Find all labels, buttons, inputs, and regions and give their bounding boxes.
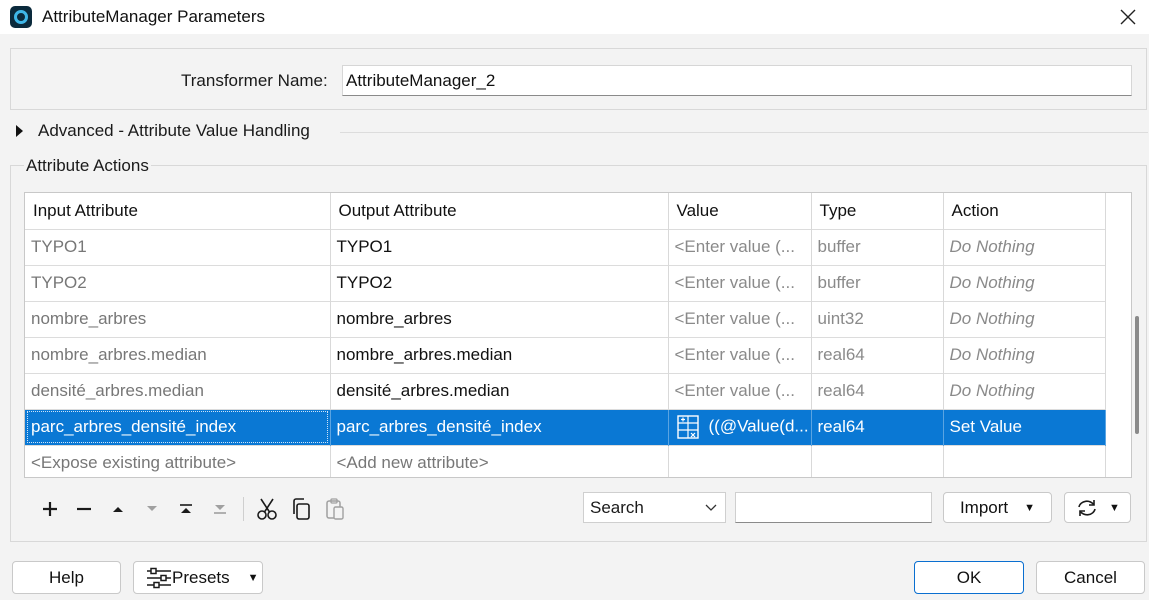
presets-button[interactable]: Presets ▼ <box>133 561 263 594</box>
table-scrollbar[interactable] <box>1135 316 1139 434</box>
transformer-name-panel: Transformer Name: <box>10 48 1147 110</box>
move-down-icon[interactable] <box>135 495 169 523</box>
sliders-icon <box>147 567 171 588</box>
value-expression-text: ((@Value(d... <box>708 416 809 436</box>
search-input[interactable] <box>735 492 932 523</box>
action-cell[interactable]: Do Nothing <box>943 372 1106 409</box>
import-button[interactable]: Import ▼ <box>943 492 1052 523</box>
value-cell[interactable]: <Enter value (... <box>668 264 812 301</box>
input-attribute-cell[interactable]: parc_arbres_densité_index <box>25 408 331 445</box>
column-header-output[interactable]: Output Attribute <box>330 193 669 229</box>
column-header-type[interactable]: Type <box>811 193 944 229</box>
close-icon[interactable] <box>1115 4 1141 30</box>
table-row[interactable]: nombre_arbres.median nombre_arbres.media… <box>25 336 1106 373</box>
output-attribute-cell[interactable]: TYPO2 <box>330 264 669 301</box>
table-row[interactable]: nombre_arbres nombre_arbres <Enter value… <box>25 300 1106 337</box>
refresh-menu-button[interactable]: ▼ <box>1064 492 1131 523</box>
cut-icon[interactable] <box>250 495 284 523</box>
value-cell[interactable]: ((@Value(d... <box>668 408 812 445</box>
type-cell[interactable]: real64 <box>811 372 944 409</box>
output-attribute-cell[interactable]: nombre_arbres <box>330 300 669 337</box>
type-cell[interactable]: real64 <box>811 336 944 373</box>
input-attribute-cell[interactable]: nombre_arbres.median <box>25 336 331 373</box>
input-attribute-cell[interactable]: TYPO1 <box>25 228 331 265</box>
fme-logo-icon <box>10 6 32 28</box>
input-attribute-cell[interactable]: nombre_arbres <box>25 300 331 337</box>
add-new-attribute-cell[interactable]: <Add new attribute> <box>330 444 669 477</box>
column-header-value[interactable]: Value <box>668 193 812 229</box>
output-attribute-cell[interactable]: TYPO1 <box>330 228 669 265</box>
output-attribute-cell[interactable]: nombre_arbres.median <box>330 336 669 373</box>
title-bar: AttributeManager Parameters <box>0 0 1149 34</box>
move-bottom-icon[interactable] <box>203 495 237 523</box>
value-cell[interactable]: <Enter value (... <box>668 372 812 409</box>
expose-existing-attribute-cell[interactable]: <Expose existing attribute> <box>25 444 331 477</box>
paste-icon[interactable] <box>318 495 352 523</box>
input-attribute-cell[interactable]: densité_arbres.median <box>25 372 331 409</box>
action-cell[interactable]: Set Value <box>943 408 1106 445</box>
output-attribute-cell[interactable]: densité_arbres.median <box>330 372 669 409</box>
advanced-section-toggle[interactable]: Advanced - Attribute Value Handling <box>16 121 310 141</box>
action-cell[interactable]: Do Nothing <box>943 264 1106 301</box>
caret-down-icon: ▼ <box>1109 501 1120 514</box>
value-cell[interactable]: <Enter value (... <box>668 228 812 265</box>
action-cell[interactable]: Do Nothing <box>943 336 1106 373</box>
copy-icon[interactable] <box>284 495 318 523</box>
presets-label: Presets <box>172 567 230 587</box>
divider <box>340 132 1148 133</box>
action-cell[interactable]: Do Nothing <box>943 228 1106 265</box>
move-up-icon[interactable] <box>101 495 135 523</box>
expression-editor-icon[interactable] <box>676 415 699 439</box>
advanced-label: Advanced - Attribute Value Handling <box>38 121 310 140</box>
type-cell[interactable]: uint32 <box>811 300 944 337</box>
transformer-name-input[interactable] <box>342 65 1132 96</box>
toolbar-separator <box>243 497 244 521</box>
table-row[interactable]: TYPO2 TYPO2 <Enter value (... buffer Do … <box>25 264 1106 301</box>
search-field-select[interactable]: Search <box>583 492 726 523</box>
search-select-value: Search <box>590 497 644 517</box>
refresh-icon <box>1078 499 1096 516</box>
column-header-action[interactable]: Action <box>943 193 1106 229</box>
output-attribute-cell[interactable]: parc_arbres_densité_index <box>330 408 669 445</box>
input-attribute-cell[interactable]: TYPO2 <box>25 264 331 301</box>
help-button[interactable]: Help <box>12 561 121 594</box>
type-cell[interactable]: buffer <box>811 228 944 265</box>
table-row-selected[interactable]: parc_arbres_densité_index parc_arbres_de… <box>25 408 1106 445</box>
action-cell[interactable] <box>943 444 1106 477</box>
column-header-input[interactable]: Input Attribute <box>25 193 331 229</box>
value-cell[interactable]: <Enter value (... <box>668 336 812 373</box>
cancel-button[interactable]: Cancel <box>1036 561 1145 594</box>
value-cell[interactable]: <Enter value (... <box>668 300 812 337</box>
move-top-icon[interactable] <box>169 495 203 523</box>
triangle-right-icon <box>16 125 23 137</box>
window-title: AttributeManager Parameters <box>42 7 265 26</box>
plus-icon[interactable] <box>33 495 67 523</box>
attribute-actions-title: Attribute Actions <box>24 156 151 176</box>
table-row[interactable]: densité_arbres.median densité_arbres.med… <box>25 372 1106 409</box>
transformer-name-label: Transformer Name: <box>181 71 328 90</box>
action-cell[interactable]: Do Nothing <box>943 300 1106 337</box>
caret-down-icon: ▼ <box>1024 501 1036 514</box>
table-toolbar <box>33 494 352 524</box>
table-row-add[interactable]: <Expose existing attribute> <Add new att… <box>25 444 1106 477</box>
table-header: Input Attribute Output Attribute Value T… <box>25 193 1106 229</box>
value-cell[interactable] <box>668 444 812 477</box>
table-row[interactable]: TYPO1 TYPO1 <Enter value (... buffer Do … <box>25 228 1106 265</box>
caret-down-icon: ▼ <box>247 571 259 584</box>
type-cell[interactable] <box>811 444 944 477</box>
type-cell[interactable]: real64 <box>811 408 944 445</box>
ok-button[interactable]: OK <box>914 561 1024 594</box>
attribute-table: Input Attribute Output Attribute Value T… <box>24 192 1132 478</box>
chevron-down-icon <box>705 499 717 515</box>
type-cell[interactable]: buffer <box>811 264 944 301</box>
import-label: Import <box>959 497 1009 517</box>
minus-icon[interactable] <box>67 495 101 523</box>
